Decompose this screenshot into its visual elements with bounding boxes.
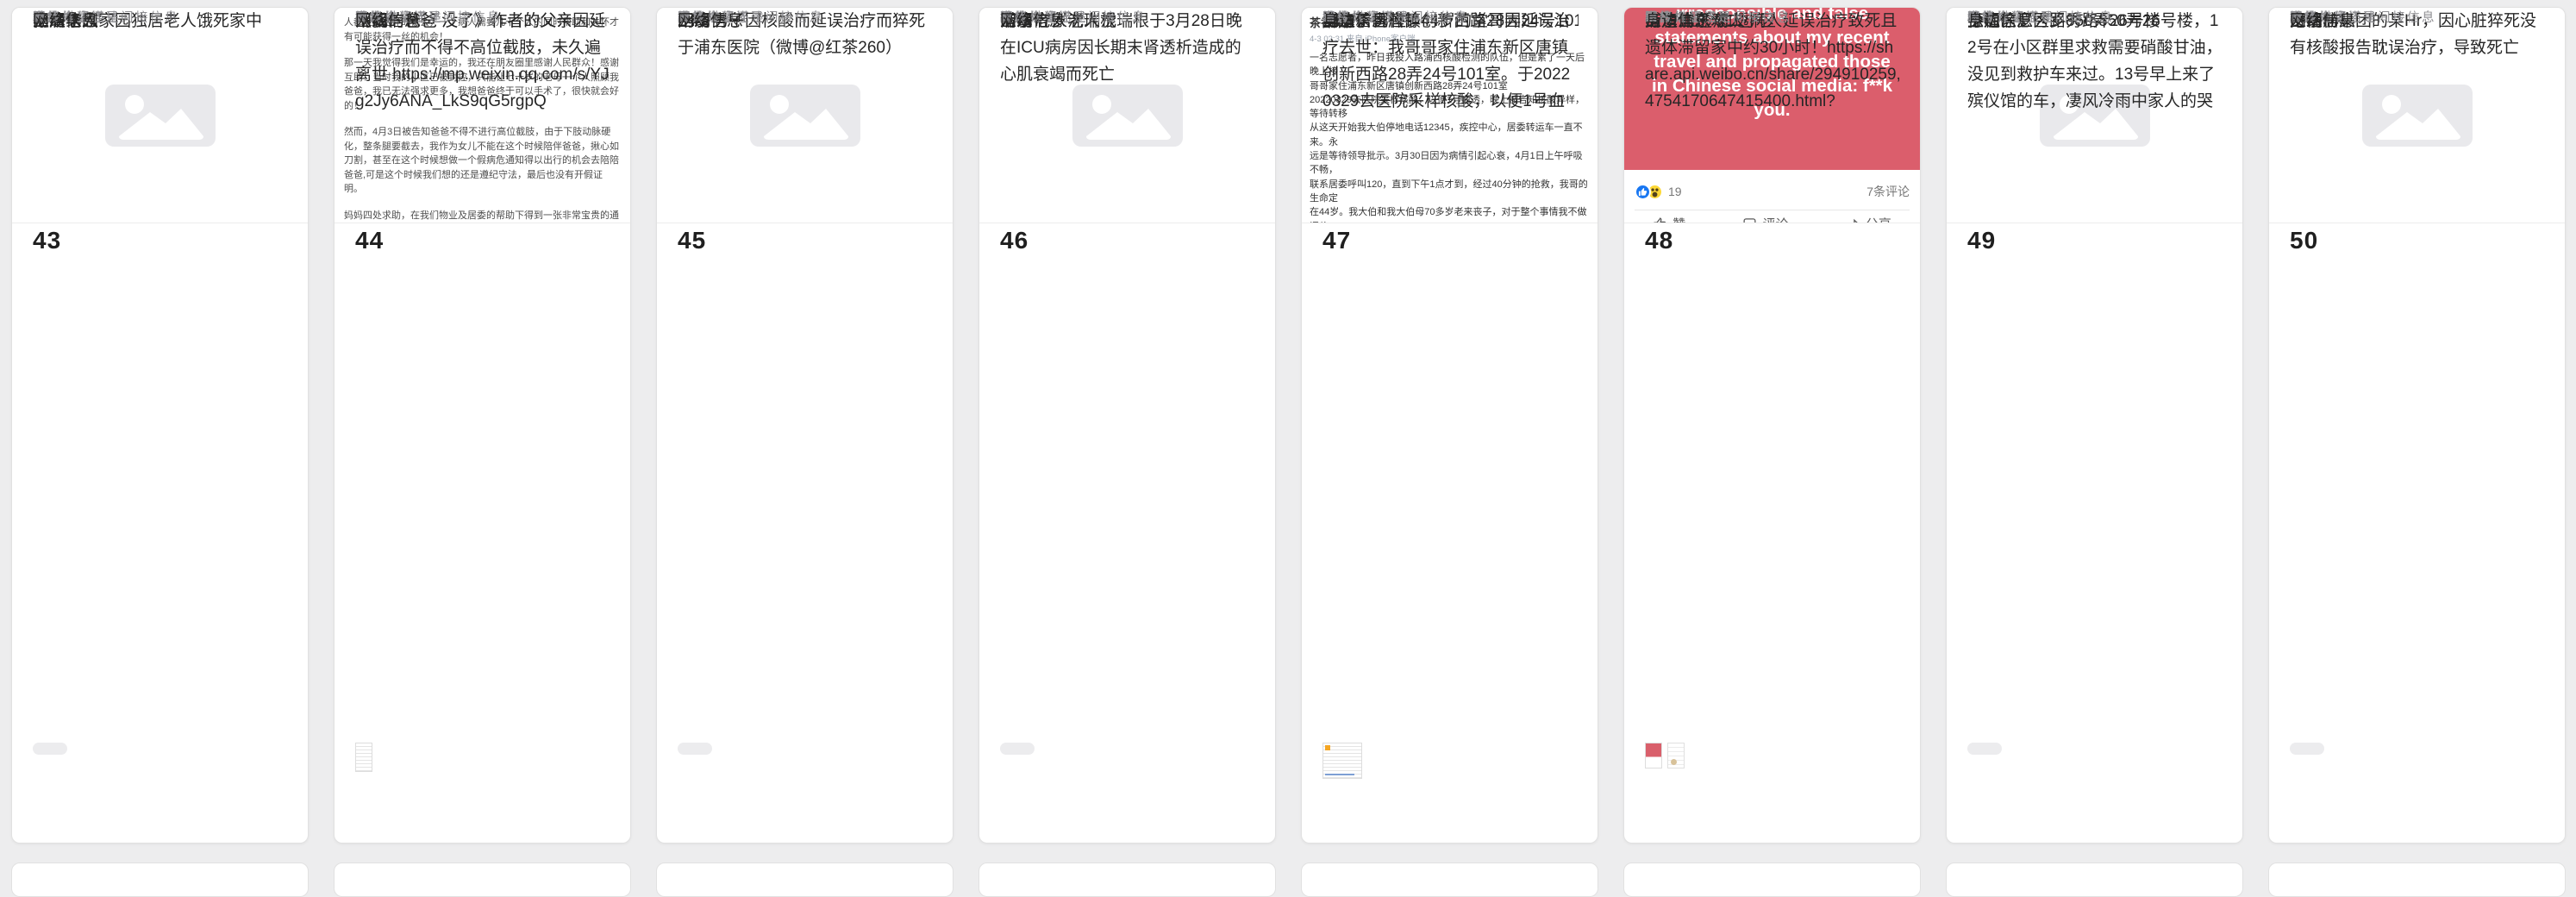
like-reaction-icon (1635, 184, 1651, 200)
card-row: 43 城市 上海 区 徐汇 地址描述 华欣家园 死者大体描述 独居老人 事件介绍… (11, 7, 2566, 844)
record-card[interactable]: 人都没有这样的机会，一个病人需要几十个人的同时帮助和关怀才有可能获得一丝的机会！… (334, 7, 631, 844)
card-number: 44 (355, 227, 384, 254)
direct-indirect-value: 网络信息 (33, 8, 289, 31)
direct-indirect-value: 身边信息 (1645, 8, 1901, 31)
reaction-row: 19 7条评论 (1635, 177, 1910, 206)
photo-thumbnail-2 (1667, 743, 1685, 768)
card-number: 48 (1645, 227, 1673, 254)
direct-indirect-value: 网络信息 (1000, 8, 1256, 31)
direct-indirect-value: 网络信息 (355, 8, 611, 31)
like-button: 赞 (1653, 215, 1685, 223)
next-row-card[interactable] (1623, 862, 1921, 897)
next-row-card[interactable] (656, 862, 953, 897)
attachment-thumbnail (678, 743, 712, 755)
card-number: 46 (1000, 227, 1029, 254)
card-number: 49 (1967, 227, 1996, 254)
picture-thumbnails[interactable] (1967, 743, 2002, 755)
comment-button: 评论 (1742, 215, 1788, 223)
direct-indirect-value: 身边信息 (1967, 8, 2223, 31)
card-number: 50 (2290, 227, 2318, 254)
attachment-thumbnail (1967, 743, 2002, 755)
next-card-row (11, 862, 2566, 897)
card-number: 45 (678, 227, 706, 254)
attachment-thumbnail (33, 743, 67, 755)
attachment-thumbnail (1000, 743, 1035, 755)
record-card[interactable]: 46 城市 上海 区 浦东 地址描述 不明 死者大体描述 77岁老人沈瑞根 事件… (979, 7, 1276, 844)
card-cover (12, 8, 308, 223)
picture-thumbnails[interactable] (1645, 743, 1685, 768)
post-action-row: 赞 评论 分享 (1624, 215, 1920, 223)
picture-thumbnails[interactable] (355, 743, 372, 772)
document-thumbnail (355, 743, 372, 772)
picture-thumbnails[interactable] (2290, 743, 2324, 755)
like-button-label: 赞 (1673, 215, 1685, 223)
card-number: 43 (33, 227, 61, 254)
next-row-card[interactable] (1301, 862, 1598, 897)
comment-count: 7条评论 (1866, 183, 1910, 200)
picture-thumbnails[interactable] (1000, 743, 1035, 755)
record-card[interactable]: irresponsible and false statements about… (1623, 7, 1921, 844)
next-row-card[interactable] (1946, 862, 2243, 897)
share-button: 分享 (1846, 215, 1891, 223)
photo-thumbnail-1 (1645, 743, 1662, 768)
next-row-card[interactable] (334, 862, 631, 897)
next-row-card[interactable] (979, 862, 1276, 897)
direct-indirect-value: 网络信息 (678, 8, 934, 31)
card-number: 47 (1322, 227, 1351, 254)
record-card[interactable]: 43 城市 上海 区 徐汇 地址描述 华欣家园 死者大体描述 独居老人 事件介绍… (11, 7, 309, 844)
direct-indirect-value: 身边信息 (1322, 8, 1579, 31)
record-card[interactable]: 茶香禅静 4-3 02:31 来自 iPhone客户端 一名志愿者，昨日我投入路… (1301, 7, 1598, 844)
record-card[interactable]: 49 城市 上海 区 徐汇 地址描述 徐汇区罗秀路850弄26号楼 死者大体描述… (1946, 7, 2243, 844)
next-row-card[interactable] (11, 862, 309, 897)
direct-indirect-value: 网络信息 (2290, 8, 2546, 31)
reaction-count: 19 (1668, 185, 1682, 198)
picture-thumbnails[interactable] (1322, 743, 1362, 779)
share-button-label: 分享 (1866, 215, 1891, 223)
record-card[interactable]: 45 城市 上海 区 不明 地址描述 不明 死者大体描述 24岁男子 事件介绍 … (656, 7, 953, 844)
image-placeholder-icon (12, 8, 308, 223)
record-card[interactable]: 50 城市 上海 区 不明 地址描述 不明 死者大体描述 女性HR 事件介绍 丹… (2268, 7, 2566, 844)
comment-button-label: 评论 (1762, 215, 1788, 223)
picture-thumbnails[interactable] (678, 743, 712, 755)
next-row-card[interactable] (2268, 862, 2566, 897)
weibo-screenshot-thumbnail (1322, 743, 1362, 779)
attachment-thumbnail (2290, 743, 2324, 755)
picture-thumbnails[interactable] (33, 743, 67, 755)
